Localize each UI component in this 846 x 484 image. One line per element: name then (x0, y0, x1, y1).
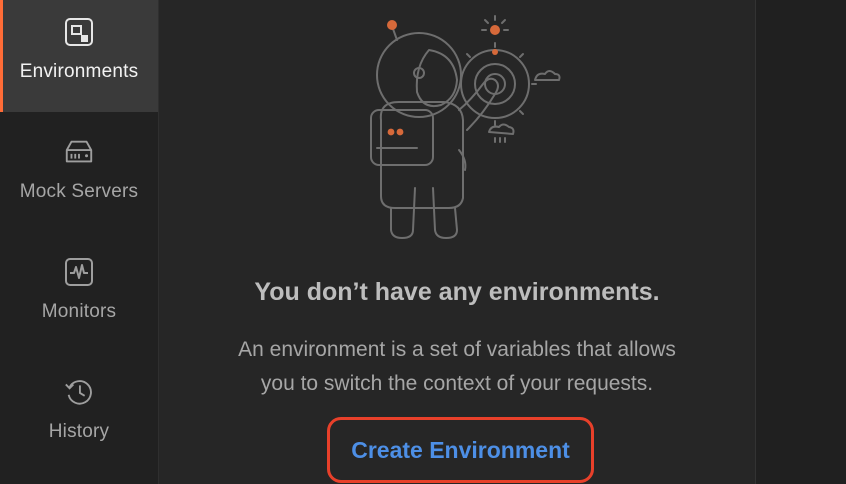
sidebar-item-monitors[interactable]: Monitors (0, 240, 158, 352)
create-environment-button[interactable]: Create Environment (327, 417, 594, 483)
sidebar-item-history[interactable]: History (0, 360, 158, 472)
server-icon (63, 136, 95, 168)
monitor-pulse-icon (63, 256, 95, 288)
empty-state-description: An environment is a set of variables tha… (159, 333, 755, 401)
description-line: An environment is a set of variables tha… (238, 338, 676, 361)
empty-state-title: You don’t have any environments. (254, 278, 660, 306)
sidebar: Environments Mock Servers Monitors Histo… (0, 0, 159, 484)
history-clock-icon (63, 376, 95, 408)
description-line: you to switch the context of your reques… (260, 372, 654, 395)
main-panel: You don’t have any environments. An envi… (159, 0, 755, 484)
sidebar-item-environments[interactable]: Environments (0, 0, 158, 112)
sidebar-item-label: History (48, 421, 110, 442)
sidebar-item-label: Mock Servers (19, 181, 139, 202)
sidebar-item-label: Monitors (41, 301, 117, 322)
sidebar-item-mock-servers[interactable]: Mock Servers (0, 120, 158, 232)
right-panel-strip (755, 0, 846, 484)
app-window: Environments Mock Servers Monitors Histo… (0, 0, 846, 484)
environments-icon (63, 16, 95, 48)
sidebar-item-label: Environments (19, 61, 139, 82)
astronaut-with-dial-icon (370, 15, 561, 239)
